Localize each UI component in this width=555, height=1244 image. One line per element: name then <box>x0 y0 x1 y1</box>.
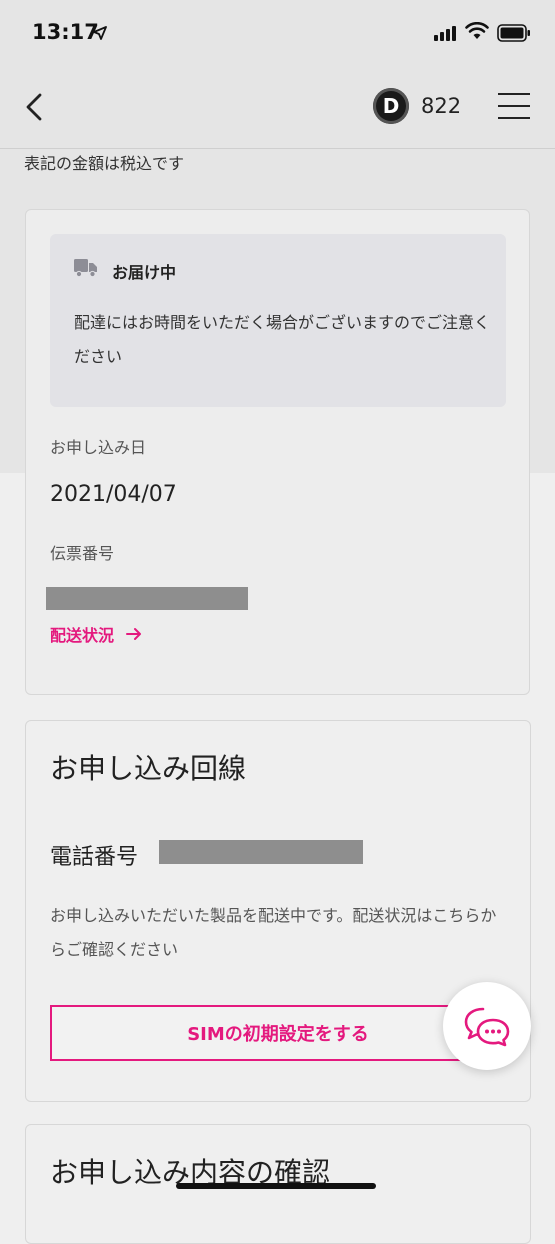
home-indicator <box>176 1183 376 1189</box>
sim-setup-button[interactable]: SIMの初期設定をする <box>50 1005 506 1061</box>
tracking-number-label: 伝票番号 <box>50 544 115 563</box>
tracking-number-redacted <box>46 587 248 610</box>
signal-icon <box>434 26 456 41</box>
tax-note: 表記の金額は税込です <box>24 154 185 173</box>
status-bar: 13:17 <box>0 0 555 64</box>
points-value: 822 <box>421 94 462 118</box>
chat-button[interactable] <box>443 982 531 1070</box>
truck-icon <box>74 259 97 278</box>
d-point-badge: D <box>373 88 409 124</box>
menu-icon[interactable] <box>498 93 530 121</box>
notice-title: お届け中 <box>112 263 177 282</box>
back-chevron-icon[interactable] <box>22 92 48 122</box>
chat-icon <box>464 1007 510 1047</box>
wifi-icon <box>465 22 489 39</box>
phone-number-redacted <box>159 840 363 864</box>
delivery-card: お届け中 配達にはお時間をいただく場合がございますのでご注意ください お申し込み… <box>25 209 530 695</box>
location-arrow-icon <box>93 26 107 40</box>
status-time: 13:17 <box>32 20 99 44</box>
line-card-title: お申し込み回線 <box>50 752 247 785</box>
battery-icon <box>497 24 530 42</box>
line-card-description: お申し込みいただいた製品を配送中です。配送状況はこちらからご確認ください <box>50 906 497 959</box>
navigation-bar <box>0 64 555 149</box>
phone-number-label: 電話番号 <box>50 845 139 870</box>
delivery-notice: お届け中 配達にはお時間をいただく場合がございますのでご注意ください <box>50 234 506 407</box>
tracking-status-link[interactable]: 配送状況 <box>50 622 142 646</box>
tracking-link-label: 配送状況 <box>50 626 115 645</box>
application-date: 2021/04/07 <box>50 482 177 507</box>
notice-body: 配達にはお時間をいただく場合がございますのでご注意ください <box>74 313 491 366</box>
application-date-label: お申し込み日 <box>50 438 147 457</box>
arrow-right-icon <box>126 628 142 640</box>
points-display[interactable]: D 822 <box>373 88 461 124</box>
